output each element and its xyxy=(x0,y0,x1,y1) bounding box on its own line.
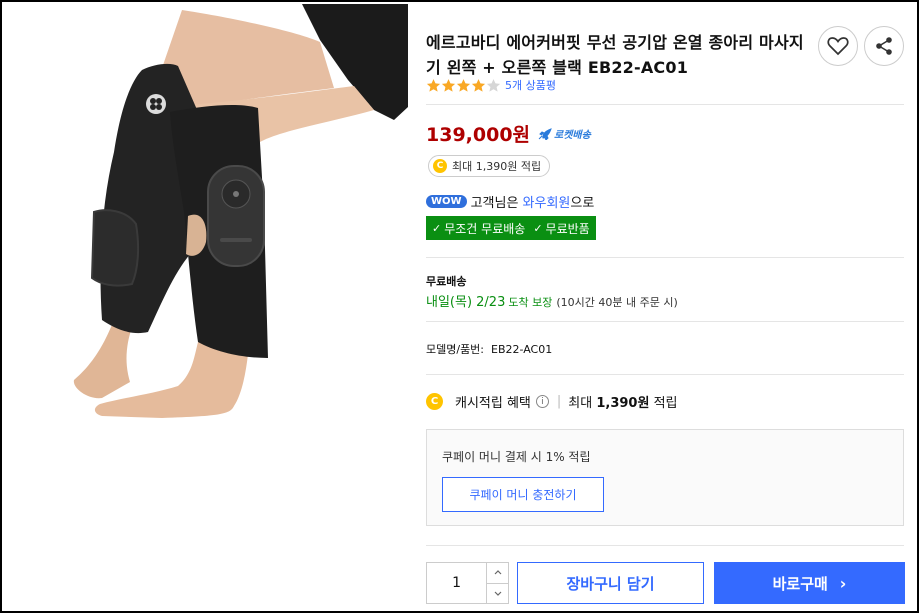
quantity-decrease-button[interactable] xyxy=(487,584,508,604)
product-image[interactable] xyxy=(2,2,408,442)
wow-text-after: 으로 xyxy=(570,196,595,211)
divider xyxy=(426,104,904,105)
benefit-label: 무조건 무료배송 xyxy=(444,221,526,236)
chevron-right-icon: › xyxy=(839,573,847,593)
wow-badge: WOW xyxy=(426,195,467,208)
wow-member-link[interactable]: 와우회원 xyxy=(523,192,571,211)
rocket-delivery-badge: 로켓배송 xyxy=(538,126,591,141)
separator: | xyxy=(556,394,562,409)
rocket-label: 로켓배송 xyxy=(554,130,591,141)
add-to-cart-button[interactable]: 장바구니 담기 xyxy=(517,562,704,604)
coupay-charge-button[interactable]: 쿠페이 머니 충전하기 xyxy=(442,477,604,512)
check-icon: ✓ xyxy=(533,221,543,235)
chevron-up-icon xyxy=(494,570,502,575)
wow-membership-row: WOW 고객님은 와우회원 으로 xyxy=(426,192,594,211)
share-icon xyxy=(876,37,892,55)
wow-text-before: 고객님은 xyxy=(470,196,523,211)
price-row: 139,000원 로켓배송 xyxy=(426,120,591,147)
calf-massager-photo xyxy=(73,4,408,418)
quantity-stepper: 1 xyxy=(426,562,509,604)
quantity-input[interactable]: 1 xyxy=(427,563,486,603)
divider xyxy=(426,545,904,546)
share-button[interactable] xyxy=(864,26,904,66)
star-icon xyxy=(486,78,501,92)
benefit-free-shipping: ✓ 무조건 무료배송 xyxy=(432,220,525,237)
cash-amount: 1,390원 xyxy=(596,396,650,411)
arrival-date: 내일(목) 2/23 xyxy=(426,295,506,310)
chevron-down-icon xyxy=(494,591,502,596)
favorite-button[interactable] xyxy=(818,26,858,66)
coupay-box: 쿠페이 머니 결제 시 1% 적립 쿠페이 머니 충전하기 xyxy=(426,429,904,526)
check-icon: ✓ xyxy=(432,221,442,235)
star-icon xyxy=(471,78,486,92)
shipping-label: 무료배송 xyxy=(426,275,467,288)
rocket-icon xyxy=(538,127,552,140)
buy-now-button[interactable]: 바로구매 › xyxy=(714,562,905,604)
benefit-label: 무료반품 xyxy=(545,221,590,236)
divider xyxy=(426,257,904,258)
rating-stars xyxy=(426,78,501,93)
arrival-guarantee: 도착 보장 xyxy=(508,296,553,309)
arrival-info: 내일(목) 2/23 도착 보장 (10시간 40분 내 주문 시) xyxy=(426,291,678,310)
reward-text: 최대 1,390원 적립 xyxy=(452,160,542,173)
cash-reward-label: 캐시적립 혜택 xyxy=(455,396,531,411)
benefit-free-return: ✓ 무료반품 xyxy=(533,220,589,237)
arrival-note: (10시간 40분 내 주문 시) xyxy=(556,296,678,309)
reward-badge: C 최대 1,390원 적립 xyxy=(428,155,551,177)
model-number: 모델명/품번: EB22-AC01 xyxy=(426,343,553,356)
quantity-increase-button[interactable] xyxy=(487,563,508,584)
coin-icon: C xyxy=(426,393,443,410)
buy-now-label: 바로구매 xyxy=(772,574,828,593)
coupay-text: 쿠페이 머니 결제 시 1% 적립 xyxy=(442,450,591,464)
divider xyxy=(426,374,904,375)
info-icon[interactable]: i xyxy=(535,395,549,408)
price: 139,000원 xyxy=(426,124,531,146)
cash-max-prefix: 최대 xyxy=(568,396,597,411)
wow-benefits-box: ✓ 무조건 무료배송 ✓ 무료반품 xyxy=(426,216,596,240)
coin-icon: C xyxy=(433,159,447,173)
star-icon xyxy=(426,78,441,92)
quantity-stepper-buttons xyxy=(486,563,508,603)
star-icon xyxy=(441,78,456,92)
divider xyxy=(426,321,904,322)
cash-suffix: 적립 xyxy=(649,396,678,411)
heart-icon xyxy=(827,37,849,56)
product-title: 에르고바디 에어커버핏 무선 공기압 온열 종아리 마사지기 왼쪽 + 오른쪽 … xyxy=(426,33,804,77)
review-count-link[interactable]: 5개 상품평 xyxy=(505,77,556,93)
star-icon xyxy=(456,78,471,92)
cash-reward-row: C 캐시적립 혜택 i | 최대 1,390원 적립 xyxy=(426,392,678,411)
rating-row: 5개 상품평 xyxy=(426,77,556,93)
